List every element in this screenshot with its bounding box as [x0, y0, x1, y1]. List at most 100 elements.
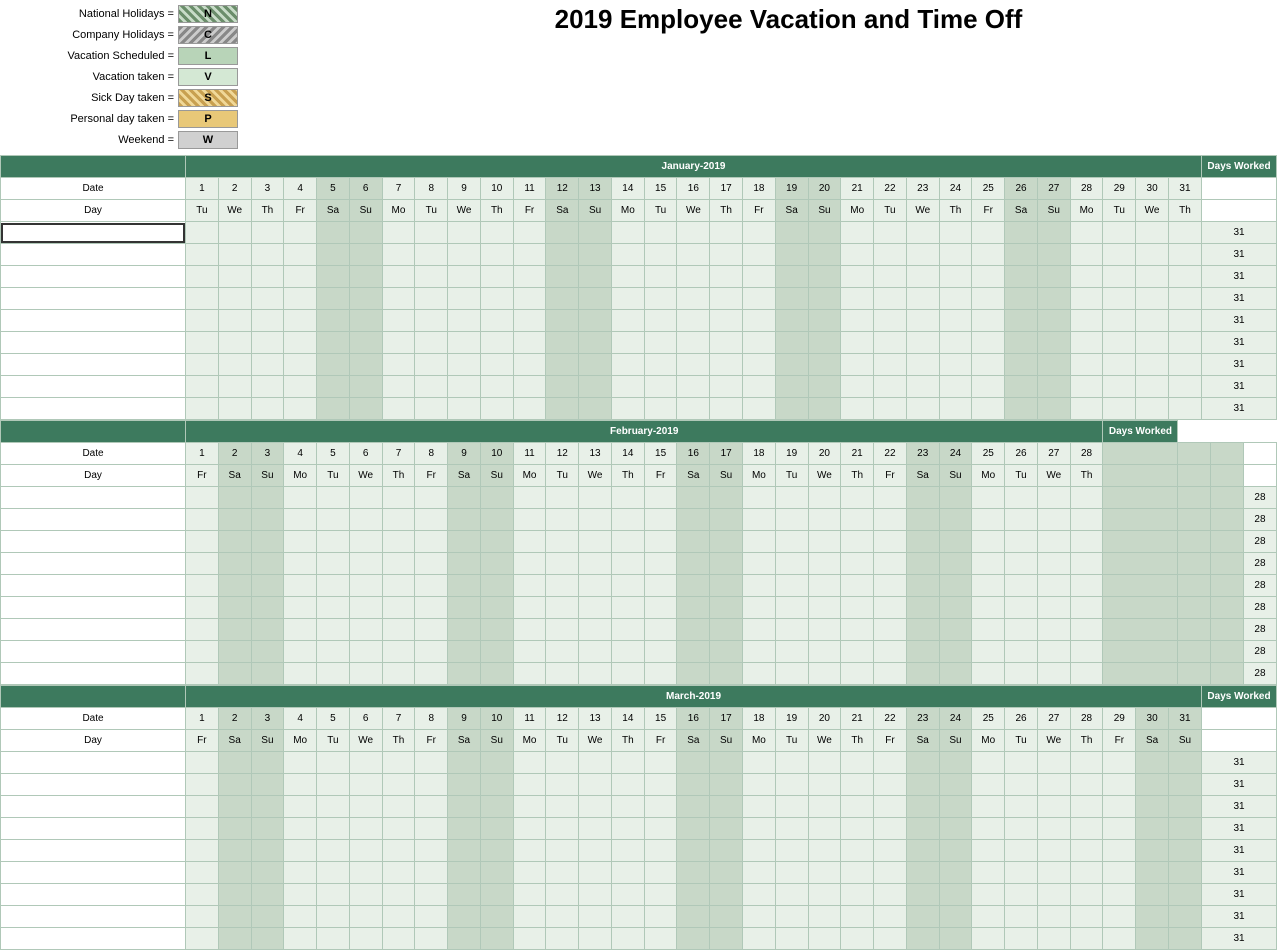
employee-day-cell[interactable] — [972, 619, 1005, 641]
employee-day-cell[interactable] — [939, 354, 972, 376]
employee-day-cell[interactable] — [1168, 928, 1201, 950]
employee-day-cell[interactable] — [513, 376, 546, 398]
employee-day-cell[interactable] — [677, 862, 710, 884]
employee-day-cell[interactable] — [1136, 928, 1169, 950]
employee-day-cell[interactable] — [972, 398, 1005, 420]
employee-day-cell[interactable] — [1103, 531, 1178, 553]
employee-day-cell[interactable] — [1178, 597, 1211, 619]
employee-day-cell[interactable] — [284, 575, 317, 597]
employee-day-cell[interactable] — [218, 398, 251, 420]
employee-day-cell[interactable] — [775, 509, 808, 531]
employee-day-cell[interactable] — [1136, 266, 1169, 288]
employee-day-cell[interactable] — [382, 663, 415, 685]
employee-day-cell[interactable] — [546, 597, 579, 619]
employee-day-cell[interactable] — [611, 774, 644, 796]
employee-day-cell[interactable] — [841, 663, 874, 685]
employee-day-cell[interactable] — [710, 906, 743, 928]
employee-day-cell[interactable] — [808, 531, 841, 553]
employee-day-cell[interactable] — [284, 376, 317, 398]
employee-day-cell[interactable] — [284, 752, 317, 774]
employee-day-cell[interactable] — [448, 487, 481, 509]
employee-day-cell[interactable] — [743, 332, 776, 354]
employee-day-cell[interactable] — [251, 774, 284, 796]
employee-day-cell[interactable] — [284, 818, 317, 840]
employee-day-cell[interactable] — [448, 774, 481, 796]
employee-day-cell[interactable] — [251, 575, 284, 597]
employee-day-cell[interactable] — [1037, 774, 1070, 796]
employee-day-cell[interactable] — [218, 266, 251, 288]
employee-day-cell[interactable] — [611, 332, 644, 354]
employee-day-cell[interactable] — [251, 906, 284, 928]
employee-day-cell[interactable] — [448, 332, 481, 354]
employee-day-cell[interactable] — [546, 222, 579, 244]
employee-day-cell[interactable] — [579, 288, 612, 310]
employee-day-cell[interactable] — [611, 884, 644, 906]
employee-day-cell[interactable] — [906, 663, 939, 685]
employee-day-cell[interactable] — [1136, 222, 1169, 244]
employee-day-cell[interactable] — [186, 928, 219, 950]
employee-day-cell[interactable] — [808, 597, 841, 619]
employee-day-cell[interactable] — [448, 398, 481, 420]
employee-day-cell[interactable] — [841, 310, 874, 332]
employee-day-cell[interactable] — [611, 288, 644, 310]
employee-day-cell[interactable] — [317, 597, 350, 619]
employee-day-cell[interactable] — [808, 310, 841, 332]
employee-day-cell[interactable] — [1005, 244, 1038, 266]
employee-day-cell[interactable] — [415, 332, 448, 354]
employee-day-cell[interactable] — [710, 509, 743, 531]
employee-day-cell[interactable] — [939, 928, 972, 950]
employee-day-cell[interactable] — [1070, 244, 1103, 266]
employee-day-cell[interactable] — [317, 531, 350, 553]
employee-day-cell[interactable] — [382, 906, 415, 928]
employee-day-cell[interactable] — [1168, 288, 1201, 310]
employee-day-cell[interactable] — [743, 487, 776, 509]
employee-day-cell[interactable] — [579, 906, 612, 928]
employee-day-cell[interactable] — [284, 288, 317, 310]
employee-day-cell[interactable] — [775, 310, 808, 332]
employee-day-cell[interactable] — [874, 244, 907, 266]
employee-day-cell[interactable] — [644, 818, 677, 840]
employee-day-cell[interactable] — [677, 818, 710, 840]
employee-day-cell[interactable] — [1136, 288, 1169, 310]
employee-day-cell[interactable] — [513, 244, 546, 266]
employee-day-cell[interactable] — [415, 663, 448, 685]
employee-day-cell[interactable] — [513, 840, 546, 862]
employee-day-cell[interactable] — [218, 509, 251, 531]
employee-day-cell[interactable] — [513, 862, 546, 884]
employee-day-cell[interactable] — [251, 376, 284, 398]
employee-day-cell[interactable] — [317, 376, 350, 398]
employee-day-cell[interactable] — [972, 906, 1005, 928]
employee-day-cell[interactable] — [972, 663, 1005, 685]
employee-day-cell[interactable] — [1136, 332, 1169, 354]
employee-day-cell[interactable] — [677, 332, 710, 354]
employee-day-cell[interactable] — [874, 487, 907, 509]
employee-day-cell[interactable] — [186, 840, 219, 862]
employee-day-cell[interactable] — [611, 398, 644, 420]
employee-day-cell[interactable] — [1070, 266, 1103, 288]
employee-day-cell[interactable] — [448, 796, 481, 818]
employee-day-cell[interactable] — [1005, 487, 1038, 509]
employee-day-cell[interactable] — [1211, 597, 1244, 619]
employee-day-cell[interactable] — [251, 840, 284, 862]
employee-day-cell[interactable] — [1103, 906, 1136, 928]
employee-day-cell[interactable] — [218, 619, 251, 641]
employee-day-cell[interactable] — [382, 509, 415, 531]
employee-day-cell[interactable] — [743, 862, 776, 884]
employee-day-cell[interactable] — [841, 553, 874, 575]
employee-day-cell[interactable] — [841, 796, 874, 818]
employee-day-cell[interactable] — [743, 796, 776, 818]
employee-day-cell[interactable] — [415, 509, 448, 531]
employee-day-cell[interactable] — [906, 641, 939, 663]
employee-day-cell[interactable] — [546, 862, 579, 884]
employee-day-cell[interactable] — [480, 376, 513, 398]
employee-day-cell[interactable] — [546, 354, 579, 376]
employee-day-cell[interactable] — [186, 266, 219, 288]
employee-day-cell[interactable] — [415, 752, 448, 774]
employee-day-cell[interactable] — [743, 376, 776, 398]
employee-day-cell[interactable] — [579, 884, 612, 906]
employee-day-cell[interactable] — [349, 619, 382, 641]
employee-day-cell[interactable] — [415, 531, 448, 553]
employee-day-cell[interactable] — [415, 619, 448, 641]
employee-day-cell[interactable] — [1037, 531, 1070, 553]
employee-day-cell[interactable] — [677, 597, 710, 619]
